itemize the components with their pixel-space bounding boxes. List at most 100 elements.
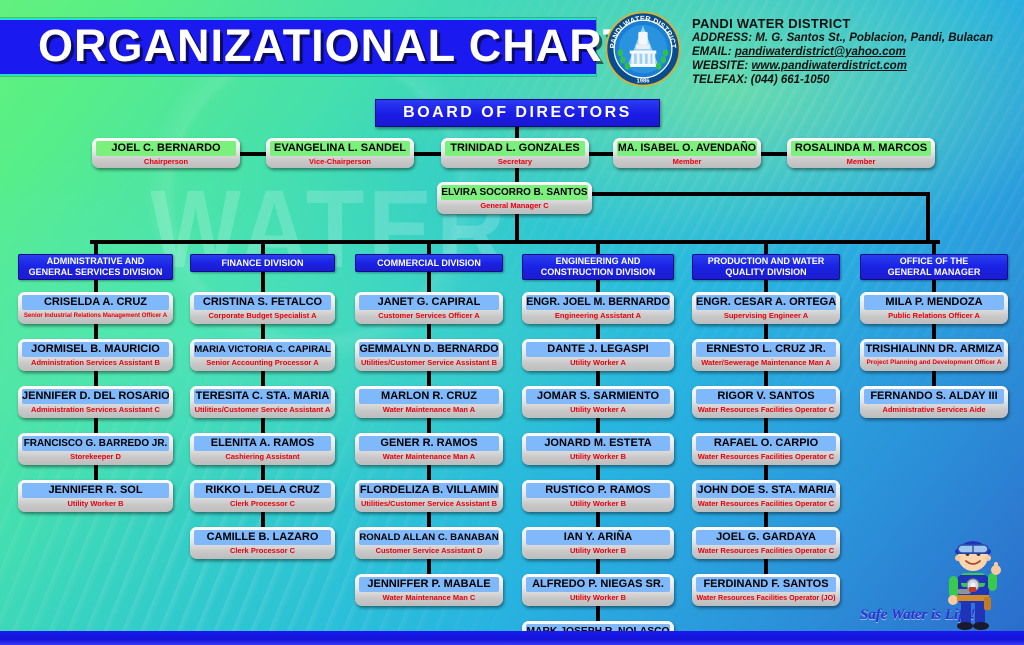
- staff-name: RAFAEL O. CARPIO: [696, 436, 836, 451]
- staff-card[interactable]: RIKKO L. DELA CRUZ Clerk Processor C: [190, 480, 335, 512]
- board-member-card[interactable]: TRINIDAD L. GONZALES Secretary: [441, 138, 589, 168]
- staff-card[interactable]: ELENITA A. RAMOS Cashiering Assistant: [190, 433, 335, 465]
- staff-card[interactable]: MARLON R. CRUZ Water Maintenance Man A: [355, 386, 503, 418]
- division-header: ENGINEERING AND CONSTRUCTION DIVISION: [522, 254, 674, 280]
- division-header: COMMERCIAL DIVISION: [355, 254, 503, 272]
- board-member-card[interactable]: ROSALINDA M. MARCOS Member: [787, 138, 935, 168]
- staff-card[interactable]: JOMAR S. SARMIENTO Utility Worker A: [522, 386, 674, 418]
- staff-name: RIGOR V. SANTOS: [696, 389, 836, 404]
- board-member-title: Secretary: [497, 157, 533, 166]
- connector-staff-chain: [261, 465, 265, 480]
- staff-title: Clerk Processor C: [229, 546, 296, 555]
- staff-name: FERDINAND F. SANTOS: [696, 577, 836, 592]
- connector-bus-to-division: [94, 240, 98, 254]
- staff-card[interactable]: MARIA VICTORIA C. CAPIRAL Senior Accounti…: [190, 339, 335, 371]
- staff-card[interactable]: TRISHIALINN DR. ARMIZA Project Planning a…: [860, 339, 1008, 371]
- staff-title: Corporate Budget Specialist A: [208, 311, 317, 320]
- division-header-line: COMMERCIAL DIVISION: [377, 257, 481, 268]
- organizational-chart-page: WATER ORGANIZATIONAL CHART PANDI WATER D…: [0, 0, 1024, 645]
- connector-ogm-down: [926, 192, 930, 242]
- address-label: ADDRESS:: [692, 32, 753, 44]
- staff-title: Utility Worker B: [569, 452, 627, 461]
- staff-card[interactable]: FERNANDO S. ALDAY III Administrative Serv…: [860, 386, 1008, 418]
- staff-card[interactable]: JANET G. CAPIRAL Customer Services Office…: [355, 292, 503, 324]
- connector-bus-to-division: [764, 240, 768, 254]
- connector-staff-chain: [427, 465, 431, 480]
- svg-text:1986: 1986: [636, 79, 650, 85]
- connector-staff-chain: [94, 324, 98, 339]
- staff-title: Administration Services Assistant B: [31, 358, 160, 367]
- connector-staff-chain: [596, 606, 600, 621]
- staff-name: JOMAR S. SARMIENTO: [526, 389, 670, 404]
- staff-card[interactable]: ENGR. CESAR A. ORTEGA Supervising Enginee…: [692, 292, 840, 324]
- staff-title: Utility Worker B: [569, 593, 627, 602]
- staff-card[interactable]: FLORDELIZA B. VILLAMIN Utilities/Customer…: [355, 480, 503, 512]
- division-header: OFFICE OF THE GENERAL MANAGER: [860, 254, 1008, 280]
- staff-card[interactable]: JENNIFER R. SOL Utility Worker B: [18, 480, 173, 512]
- division-header-line: GENERAL SERVICES DIVISION: [28, 267, 163, 277]
- staff-card[interactable]: TERESITA C. STA. MARIA Utilities/Customer…: [190, 386, 335, 418]
- organization-header: PANDI WATER DISTRICT 1986 PANDI WATER DI…: [604, 10, 993, 88]
- page-title: ORGANIZATIONAL CHART: [38, 20, 632, 71]
- staff-title: Water Maintenance Man A: [382, 405, 476, 414]
- staff-title: Water Resources Facilities Operator (JO): [696, 594, 836, 602]
- staff-card[interactable]: JOEL G. GARDAYA Water Resources Facilitie…: [692, 527, 840, 559]
- staff-card[interactable]: JENNIFER D. DEL ROSARIO Administration Se…: [18, 386, 173, 418]
- staff-card[interactable]: GENER R. RAMOS Water Maintenance Man A: [355, 433, 503, 465]
- staff-card[interactable]: JONARD M. ESTETA Utility Worker B: [522, 433, 674, 465]
- staff-title: Utilities/Customer Service Assistant B: [360, 499, 498, 508]
- connector-staff-chain: [764, 418, 768, 433]
- staff-card[interactable]: DANTE J. LEGASPI Utility Worker A: [522, 339, 674, 371]
- staff-card[interactable]: FERDINAND F. SANTOS Water Resources Facil…: [692, 574, 840, 606]
- division-header-line: GENERAL MANAGER: [887, 267, 981, 277]
- connector-staff-chain: [427, 559, 431, 574]
- staff-card[interactable]: RAFAEL O. CARPIO Water Resources Faciliti…: [692, 433, 840, 465]
- staff-card[interactable]: GEMMALYN D. BERNARDO Utilities/Customer S…: [355, 339, 503, 371]
- connector-staff-chain: [261, 324, 265, 339]
- division-header: FINANCE DIVISION: [190, 254, 335, 272]
- connector-staff-chain: [427, 418, 431, 433]
- staff-card[interactable]: ALFREDO P. NIEGAS SR. Utility Worker B: [522, 574, 674, 606]
- connector-staff-chain: [94, 371, 98, 386]
- staff-title: Engineering Assistant A: [554, 311, 642, 320]
- staff-card[interactable]: CRISTINA S. FETALCO Corporate Budget Spec…: [190, 292, 335, 324]
- connector-gm-down: [515, 214, 519, 242]
- staff-card[interactable]: IAN Y. ARIÑA Utility Worker B: [522, 527, 674, 559]
- staff-card[interactable]: JORMISEL B. MAURICIO Administration Servi…: [18, 339, 173, 371]
- staff-name: JENNIFER D. DEL ROSARIO: [22, 389, 169, 404]
- staff-card[interactable]: JENNIFFER P. MABALE Water Maintenance Man…: [355, 574, 503, 606]
- staff-card[interactable]: CRISELDA A. CRUZ Senior Industrial Relati…: [18, 292, 173, 324]
- connector-staff-chain: [764, 559, 768, 574]
- staff-title: Utility Worker A: [570, 358, 626, 367]
- staff-title: Public Relations Officer A: [888, 311, 980, 320]
- staff-card[interactable]: FRANCISCO G. BARREDO JR. Storekeeper D: [18, 433, 173, 465]
- staff-name: TERESITA C. STA. MARIA: [194, 389, 331, 404]
- board-member-card[interactable]: EVANGELINA L. SANDEL Vice-Chairperson: [266, 138, 414, 168]
- staff-title: Water Maintenance Man A: [382, 452, 476, 461]
- board-member-card[interactable]: MA. ISABEL O. AVENDAÑO Member: [613, 138, 761, 168]
- connector-staff-chain: [261, 418, 265, 433]
- staff-title: Customer Services Officer A: [378, 311, 480, 320]
- staff-title: Senior Accounting Processor A: [206, 358, 319, 367]
- staff-card[interactable]: RONALD ALLAN C. BANABAN Customer Service …: [355, 527, 503, 559]
- staff-card[interactable]: MILA P. MENDOZA Public Relations Officer …: [860, 292, 1008, 324]
- staff-card[interactable]: CAMILLE B. LAZARO Clerk Processor C: [190, 527, 335, 559]
- connector-staff-chain: [596, 559, 600, 574]
- board-of-directors-header: BOARD OF DIRECTORS: [375, 99, 660, 127]
- connector-staff-chain: [932, 371, 936, 386]
- footer-bar: [0, 631, 1024, 645]
- division-header-line: OFFICE OF THE: [899, 256, 969, 266]
- staff-card[interactable]: JOHN DOE S. STA. MARIA Water Resources Fa…: [692, 480, 840, 512]
- board-member-card[interactable]: JOEL C. BERNARDO Chairperson: [92, 138, 240, 168]
- staff-card[interactable]: ERNESTO L. CRUZ JR. Water/Sewerage Mainte…: [692, 339, 840, 371]
- connector-staff-chain: [596, 324, 600, 339]
- staff-card[interactable]: RIGOR V. SANTOS Water Resources Facilitie…: [692, 386, 840, 418]
- email-value[interactable]: pandiwaterdistrict@yahoo.com: [735, 46, 906, 58]
- staff-title: Utility Worker A: [570, 405, 626, 414]
- staff-name: CAMILLE B. LAZARO: [194, 530, 331, 545]
- staff-card[interactable]: RUSTICO P. RAMOS Utility Worker B: [522, 480, 674, 512]
- staff-card[interactable]: ENGR. JOEL M. BERNARDO Engineering Assist…: [522, 292, 674, 324]
- general-manager-card[interactable]: ELVIRA SOCORRO B. SANTOS General Manager …: [437, 182, 592, 214]
- staff-name: IAN Y. ARIÑA: [526, 530, 670, 545]
- website-value[interactable]: www.pandiwaterdistrict.com: [751, 60, 907, 72]
